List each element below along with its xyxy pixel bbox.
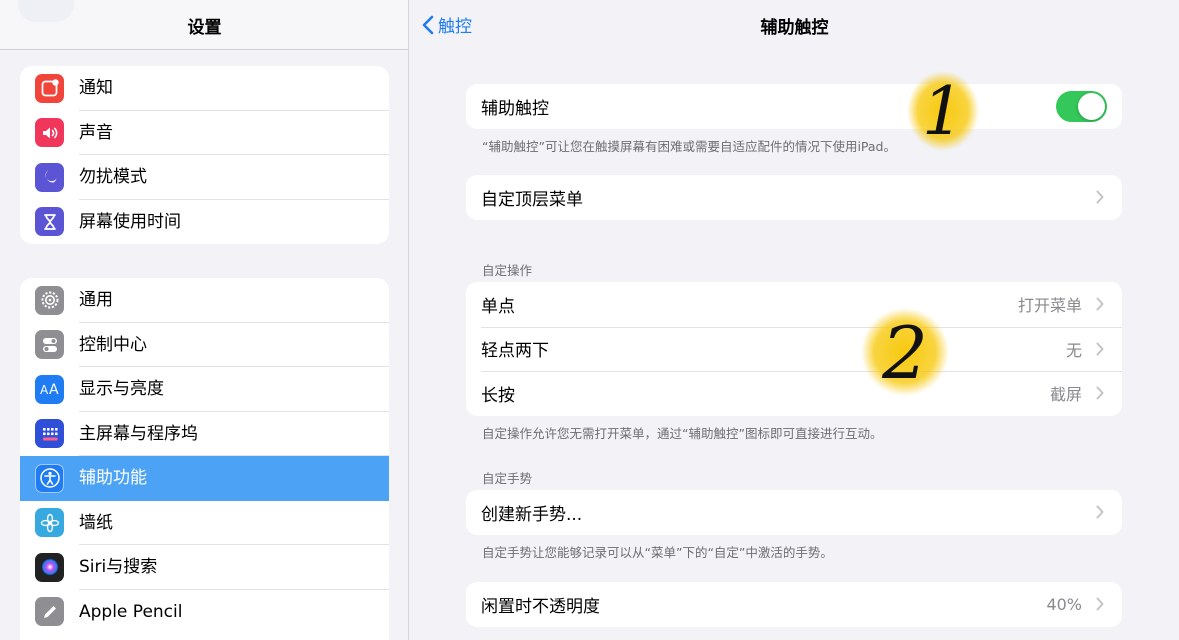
- sidebar-item-home-screen-dock[interactable]: 主屏幕与程序坞: [20, 412, 389, 456]
- sidebar-header: 设置: [0, 0, 408, 50]
- sidebar-item-label: 墙纸: [79, 501, 389, 545]
- double-tap-row[interactable]: 轻点两下 无: [466, 326, 1122, 372]
- sidebar-group-1: 通知 声音 勿扰模式 屏幕使用时间: [20, 66, 389, 244]
- chevron-right-icon: [1096, 297, 1104, 311]
- sound-icon: [35, 118, 64, 148]
- sidebar-title: 设置: [187, 18, 222, 38]
- grid-icon: [35, 419, 64, 449]
- text-size-icon: AA: [35, 374, 64, 404]
- sidebar-item-display-brightness[interactable]: AA 显示与亮度: [20, 367, 389, 412]
- chevron-right-icon: [1096, 505, 1104, 519]
- sidebar-item-sound[interactable]: 声音: [20, 111, 389, 155]
- chevron-right-icon: [1096, 597, 1104, 611]
- sidebar-item-accessibility[interactable]: 辅助功能: [20, 456, 389, 501]
- idle-opacity-value: 40%: [1046, 594, 1082, 614]
- sidebar-item-siri-search[interactable]: Siri与搜索: [20, 545, 389, 590]
- custom-actions-header: 自定操作: [482, 263, 533, 278]
- idle-opacity-card: 闲置时不透明度 40%: [466, 582, 1122, 627]
- toggles-icon: [35, 330, 64, 360]
- sidebar-group-2: 通用 控制中心 AA 显示与亮度 主屏幕与程序坞 辅助功能 墙纸 Siri与搜索…: [20, 278, 389, 640]
- create-new-gesture-label: 创建新手势...: [481, 504, 583, 525]
- idle-opacity-row[interactable]: 闲置时不透明度 40%: [466, 582, 1122, 627]
- accessibility-icon: [35, 463, 64, 493]
- sidebar-item-notifications[interactable]: 通知: [20, 66, 389, 111]
- sidebar-item-screen-time[interactable]: 屏幕使用时间: [20, 200, 389, 245]
- custom-actions-footer: 自定操作允许您无需打开菜单，通过“辅助触控”图标即可直接进行互动。: [482, 426, 883, 441]
- assistive-touch-label: 辅助触控: [481, 98, 549, 119]
- custom-actions-card: 单点 打开菜单 轻点两下 无 长按 截屏: [466, 282, 1122, 416]
- notifications-icon: [35, 73, 64, 103]
- chevron-right-icon: [1096, 190, 1104, 204]
- sidebar-item-control-center[interactable]: 控制中心: [20, 323, 389, 367]
- double-tap-value: 无: [1065, 340, 1082, 360]
- assistive-touch-footer: “辅助触控”可让您在触摸屏幕有困难或需要自适应配件的情况下使用iPad。: [482, 139, 896, 154]
- svg-text:A: A: [40, 383, 49, 397]
- long-press-row[interactable]: 长按 截屏: [466, 371, 1122, 416]
- sidebar-item-label: 主屏幕与程序坞: [79, 412, 389, 456]
- sidebar-item-label: 屏幕使用时间: [79, 211, 181, 232]
- top-menu-card: 自定顶层菜单: [466, 175, 1122, 220]
- sidebar-item-label: 勿扰模式: [79, 155, 389, 200]
- sidebar-item-apple-pencil[interactable]: Apple Pencil: [20, 590, 389, 635]
- custom-gestures-header: 自定手势: [482, 471, 533, 486]
- customize-top-menu-row[interactable]: 自定顶层菜单: [466, 175, 1122, 220]
- sidebar-item-general[interactable]: 通用: [20, 278, 389, 323]
- sidebar-item-label: 通知: [79, 66, 389, 111]
- sidebar-item-do-not-disturb[interactable]: 勿扰模式: [20, 155, 389, 200]
- single-tap-value: 打开菜单: [1017, 296, 1082, 316]
- siri-icon: [35, 552, 64, 582]
- assistive-touch-row: 辅助触控: [466, 84, 1122, 129]
- sidebar-item-label: 通用: [79, 278, 389, 323]
- svg-text:A: A: [49, 382, 59, 398]
- custom-gestures-card: 创建新手势...: [466, 490, 1122, 535]
- sidebar-item-label: Siri与搜索: [79, 545, 389, 590]
- customize-top-menu-label: 自定顶层菜单: [481, 189, 583, 210]
- long-press-value: 截屏: [1049, 385, 1082, 405]
- toggle-knob: [1078, 92, 1105, 120]
- assistive-touch-card: 辅助触控: [466, 84, 1122, 129]
- sidebar-item-label: 控制中心: [79, 323, 389, 367]
- settings-sidebar: 设置 通知 声音 勿扰模式 屏幕使用时间 通用 控制中心 A A 显示与亮度 主…: [0, 0, 409, 640]
- gear-icon: [35, 285, 64, 315]
- create-new-gesture-row[interactable]: 创建新手势...: [466, 490, 1122, 535]
- flower-icon: [35, 508, 64, 538]
- single-tap-row[interactable]: 单点 打开菜单: [466, 282, 1122, 327]
- chevron-right-icon: [1096, 342, 1104, 356]
- custom-gestures-footer: 自定手势让您能够记录可以从“菜单”下的“自定”中激活的手势。: [482, 545, 833, 560]
- pencil-icon: [35, 597, 64, 627]
- moon-icon: [35, 162, 64, 192]
- sidebar-item-label: 辅助功能: [79, 468, 147, 488]
- sidebar-item-label: 声音: [79, 111, 389, 155]
- chevron-right-icon: [1096, 386, 1104, 400]
- idle-opacity-label: 闲置时不透明度: [481, 596, 600, 617]
- long-press-label: 长按: [481, 385, 515, 406]
- single-tap-label: 单点: [481, 296, 515, 317]
- sidebar-item-wallpaper[interactable]: 墙纸: [20, 501, 389, 545]
- assistive-touch-toggle[interactable]: [1056, 90, 1107, 122]
- double-tap-label: 轻点两下: [481, 341, 549, 362]
- sidebar-item-label: 显示与亮度: [79, 367, 389, 412]
- sidebar-item-label: Apple Pencil: [79, 601, 183, 622]
- hourglass-icon: [35, 207, 64, 237]
- page-title: 辅助触控: [760, 18, 829, 38]
- assistive-touch-detail: 触控 辅助触控 辅助触控 “辅助触控”可让您在触摸屏幕有困难或需要自适应配件的情…: [410, 0, 1179, 640]
